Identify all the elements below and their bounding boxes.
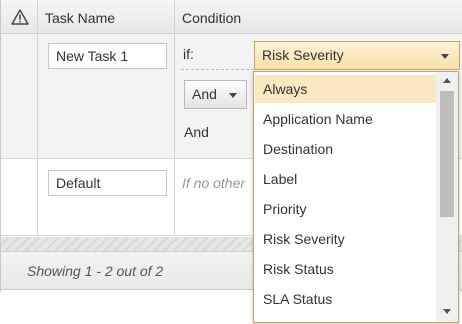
pagination-status: Showing 1 - 2 out of 2 [27,263,164,279]
chevron-down-icon [229,93,237,98]
dropdown-scrollbar[interactable] [436,72,458,322]
column-divider [37,159,38,236]
scroll-down-arrow-icon[interactable] [443,309,451,314]
and-or-select-value: And [192,86,217,102]
column-header-condition[interactable]: Condition [182,0,241,34]
dropdown-option[interactable]: Risk Severity [255,225,436,253]
dropdown-option[interactable]: Destination [255,135,436,163]
dropdown-option[interactable]: SLA Status [255,285,436,313]
column-divider [174,159,175,236]
dropdown-option[interactable]: Always [255,75,436,103]
column-divider [174,34,175,159]
condition-select[interactable]: Risk Severity [254,41,460,70]
dropdown-option[interactable]: Priority [255,195,436,223]
column-header-task-name[interactable]: Task Name [45,0,115,34]
chevron-down-icon [441,54,449,59]
dropdown-option[interactable]: Application Name [255,105,436,133]
header-divider [37,0,38,34]
condition-select-value: Risk Severity [262,47,344,63]
and-label: And [184,124,209,140]
dropdown-option[interactable]: Risk Status [255,255,436,283]
header-divider [174,0,175,34]
scrollbar-thumb[interactable] [440,91,454,217]
condition-divider [181,69,254,70]
task-name-input[interactable]: New Task 1 [48,43,167,69]
scroll-up-arrow-icon[interactable] [443,78,451,83]
warning-triangle-icon [11,9,29,25]
if-label: if: [183,46,194,62]
dropdown-option[interactable]: Label [255,165,436,193]
grid-header: Task Name Condition [1,0,462,34]
condition-placeholder: If no other [182,175,246,191]
and-or-select[interactable]: And [184,80,247,109]
task-name-input[interactable]: Default [48,170,167,196]
condition-dropdown-list[interactable]: Always Application Name Destination Label Pr… [253,71,459,323]
column-divider [37,34,38,159]
